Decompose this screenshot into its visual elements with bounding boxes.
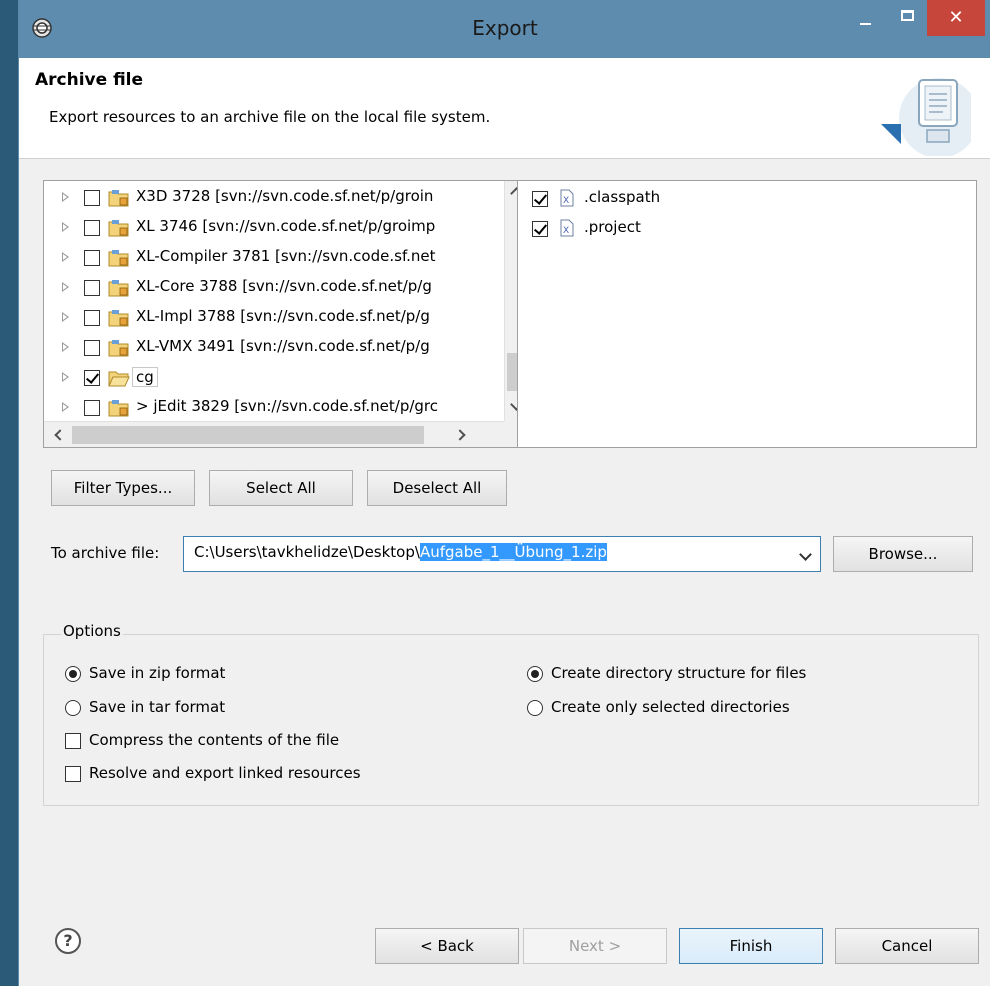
svn-project-folder-icon xyxy=(108,280,129,297)
svn-project-folder-icon xyxy=(108,190,129,207)
options-legend: Options xyxy=(61,622,123,640)
save-zip-radio[interactable] xyxy=(65,666,81,682)
file-item[interactable]: X .classpath xyxy=(518,183,958,213)
file-item-checkbox[interactable] xyxy=(532,221,548,237)
horizontal-scrollbar[interactable] xyxy=(44,421,504,447)
tree-item[interactable]: XL-Impl 3788 [svn://svn.code.sf.net/p/g xyxy=(44,303,504,333)
help-icon[interactable]: ? xyxy=(55,928,81,954)
svn-project-folder-icon xyxy=(108,220,129,237)
finish-button[interactable]: Finish xyxy=(679,928,823,964)
tree-item-checkbox[interactable] xyxy=(84,250,100,266)
svn-project-folder-icon xyxy=(108,250,129,267)
xml-file-icon: X xyxy=(560,189,574,207)
svn-project-folder-icon xyxy=(108,400,129,417)
file-item-label: .classpath xyxy=(584,188,661,206)
archive-file-label: To archive file: xyxy=(51,544,160,562)
save-zip-label[interactable]: Save in zip format xyxy=(89,664,225,682)
cancel-button[interactable]: Cancel xyxy=(835,928,979,964)
archive-path-selected: Aufgabe_1__Übung_1.zip xyxy=(419,543,607,561)
tree-item[interactable]: cg xyxy=(44,363,504,393)
tree-item-label: XL-VMX 3491 [svn://svn.code.sf.net/p/g xyxy=(136,337,430,355)
project-tree[interactable]: X3D 3728 [svn://svn.code.sf.net/p/groin … xyxy=(43,180,529,448)
tree-item-label: XL-Impl 3788 [svn://svn.code.sf.net/p/g xyxy=(136,307,430,325)
expand-arrow-icon[interactable] xyxy=(62,282,69,292)
xml-file-icon: X xyxy=(560,219,574,237)
tree-item-label: XL-Compiler 3781 [svn://svn.code.sf.net xyxy=(136,247,436,265)
resolve-links-label[interactable]: Resolve and export linked resources xyxy=(89,764,361,782)
tree-item[interactable]: XL-Compiler 3781 [svn://svn.code.sf.net xyxy=(44,243,504,273)
tree-item[interactable]: X3D 3728 [svn://svn.code.sf.net/p/groin xyxy=(44,183,504,213)
expand-arrow-icon[interactable] xyxy=(62,192,69,202)
deselect-all-button[interactable]: Deselect All xyxy=(367,470,507,506)
create-dir-structure-label[interactable]: Create directory structure for files xyxy=(551,664,806,682)
expand-arrow-icon[interactable] xyxy=(62,222,69,232)
file-list[interactable]: X .classpath X .project xyxy=(517,180,977,448)
svn-project-folder-icon xyxy=(108,310,129,327)
create-selected-dirs-radio[interactable] xyxy=(527,700,543,716)
tree-item-checkbox[interactable] xyxy=(84,190,100,206)
scroll-left-icon[interactable] xyxy=(54,429,66,441)
svg-text:X: X xyxy=(563,226,569,236)
tree-item[interactable]: XL-Core 3788 [svn://svn.code.sf.net/p/g xyxy=(44,273,504,303)
tree-item-label: X3D 3728 [svn://svn.code.sf.net/p/groin xyxy=(136,187,434,205)
wizard-header: Archive file Export resources to an arch… xyxy=(19,58,990,159)
expand-arrow-icon[interactable] xyxy=(62,372,69,382)
tree-item[interactable]: XL-VMX 3491 [svn://svn.code.sf.net/p/g xyxy=(44,333,504,363)
svn-project-folder-icon xyxy=(108,340,129,357)
tree-item-checkbox[interactable] xyxy=(84,220,100,236)
horizontal-scroll-thumb[interactable] xyxy=(72,426,424,444)
expand-arrow-icon[interactable] xyxy=(62,312,69,322)
archive-file-path[interactable]: C:\Users\tavkhelidze\Desktop\Aufgabe_1__… xyxy=(194,543,607,561)
tree-item-checkbox[interactable] xyxy=(84,340,100,356)
svg-text:X: X xyxy=(563,196,569,206)
back-button[interactable]: < Back xyxy=(375,928,519,964)
archive-path-prefix: C:\Users\tavkhelidze\Desktop\ xyxy=(194,543,420,561)
create-dir-structure-radio[interactable] xyxy=(527,666,543,682)
next-button[interactable]: Next > xyxy=(523,928,667,964)
scroll-right-icon[interactable] xyxy=(454,429,466,441)
create-selected-dirs-label[interactable]: Create only selected directories xyxy=(551,698,790,716)
compress-label[interactable]: Compress the contents of the file xyxy=(89,731,339,749)
open-folder-icon xyxy=(108,371,130,387)
filter-types-button[interactable]: Filter Types... xyxy=(51,470,195,506)
tree-item-label: cg xyxy=(132,367,158,387)
tree-item-checkbox[interactable] xyxy=(84,310,100,326)
export-dialog: Export ✕ Archive file Export resources t… xyxy=(18,0,990,986)
file-item[interactable]: X .project xyxy=(518,213,958,243)
expand-arrow-icon[interactable] xyxy=(62,252,69,262)
browse-button[interactable]: Browse... xyxy=(833,536,973,572)
tree-item[interactable]: XL 3746 [svn://svn.code.sf.net/p/groimp xyxy=(44,213,504,243)
tree-item-checkbox[interactable] xyxy=(84,280,100,296)
file-item-label: .project xyxy=(584,218,641,236)
save-tar-radio[interactable] xyxy=(65,700,81,716)
archive-file-combo[interactable]: C:\Users\tavkhelidze\Desktop\Aufgabe_1__… xyxy=(183,536,821,572)
tree-item-checkbox[interactable] xyxy=(84,370,100,386)
tree-item[interactable]: > jEdit 3829 [svn://svn.code.sf.net/p/gr… xyxy=(44,393,504,423)
export-archive-wizard-icon xyxy=(881,78,971,156)
compress-checkbox[interactable] xyxy=(65,733,81,749)
select-all-button[interactable]: Select All xyxy=(209,470,353,506)
tree-item-label: > jEdit 3829 [svn://svn.code.sf.net/p/gr… xyxy=(136,397,439,415)
title-bar[interactable]: Export ✕ xyxy=(19,0,990,58)
page-description: Export resources to an archive file on t… xyxy=(49,108,491,126)
close-button[interactable]: ✕ xyxy=(927,0,985,36)
window-title: Export xyxy=(472,16,538,40)
tree-item-label: XL 3746 [svn://svn.code.sf.net/p/groimp xyxy=(136,217,436,235)
tree-item-checkbox[interactable] xyxy=(84,400,100,416)
close-icon: ✕ xyxy=(948,7,964,28)
page-title: Archive file xyxy=(35,70,144,90)
save-tar-label[interactable]: Save in tar format xyxy=(89,698,225,716)
maximize-button[interactable] xyxy=(893,0,923,36)
expand-arrow-icon[interactable] xyxy=(62,402,69,412)
minimize-button[interactable] xyxy=(851,0,881,36)
resolve-links-checkbox[interactable] xyxy=(65,766,81,782)
expand-arrow-icon[interactable] xyxy=(62,342,69,352)
tree-item-label: XL-Core 3788 [svn://svn.code.sf.net/p/g xyxy=(136,277,432,295)
file-item-checkbox[interactable] xyxy=(532,191,548,207)
dropdown-chevron-icon[interactable] xyxy=(799,548,812,561)
